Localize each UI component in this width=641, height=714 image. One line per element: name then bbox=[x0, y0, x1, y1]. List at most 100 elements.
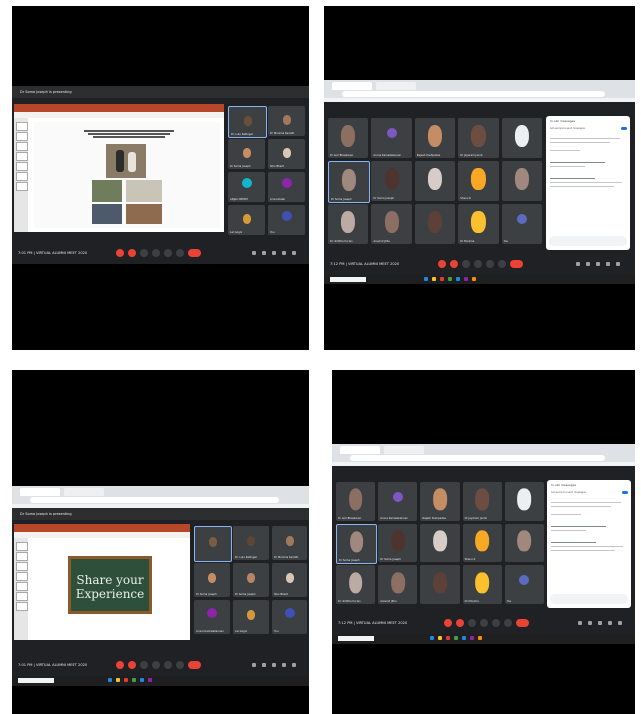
participant-tile[interactable] bbox=[194, 526, 232, 562]
taskbar-app-icon[interactable] bbox=[148, 678, 152, 682]
taskbar-app-icon[interactable] bbox=[456, 277, 460, 281]
slide-thumb[interactable] bbox=[16, 132, 28, 141]
more-options-button[interactable] bbox=[498, 260, 506, 268]
info-icon[interactable] bbox=[578, 621, 582, 625]
address-bar[interactable] bbox=[30, 497, 279, 503]
participant-tile[interactable]: Dr Soma Joseph bbox=[228, 139, 265, 169]
taskbar-app-icon[interactable] bbox=[140, 678, 144, 682]
present-button[interactable] bbox=[164, 661, 172, 669]
slide-thumb[interactable] bbox=[16, 582, 28, 591]
chat-toggle[interactable] bbox=[621, 127, 627, 130]
browser-tab[interactable] bbox=[20, 488, 60, 496]
lock-icon[interactable] bbox=[618, 621, 622, 625]
participant-tile[interactable] bbox=[501, 161, 542, 201]
participant-tile[interactable]: Aravind Jithu bbox=[371, 204, 412, 244]
participant-tile[interactable]: You bbox=[268, 205, 305, 235]
browser-tab[interactable] bbox=[376, 82, 416, 90]
browser-tab[interactable] bbox=[64, 488, 104, 496]
captions-button[interactable] bbox=[462, 260, 470, 268]
participant-tile[interactable] bbox=[414, 161, 456, 201]
taskbar-search[interactable] bbox=[330, 277, 366, 282]
raise-hand-button[interactable] bbox=[152, 249, 160, 257]
taskbar-search[interactable] bbox=[338, 636, 374, 641]
taskbar-app-icon[interactable] bbox=[472, 277, 476, 281]
taskbar-app-icon[interactable] bbox=[478, 636, 482, 640]
taskbar-app-icon[interactable] bbox=[438, 636, 442, 640]
participant-tile[interactable]: Arunamalai bbox=[268, 172, 305, 202]
participant-tile[interactable]: Dr. Smitha Kurian bbox=[336, 565, 376, 604]
captions-button[interactable] bbox=[140, 661, 148, 669]
participant-tile[interactable]: Dr Monima bbox=[458, 204, 499, 244]
participant-tile[interactable]: Dr Soma Joseph bbox=[233, 563, 269, 597]
participant-tile[interactable]: Dr. Lulu Kallingal bbox=[233, 526, 269, 560]
slide-thumb[interactable] bbox=[16, 142, 28, 151]
taskbar-app-icon[interactable] bbox=[124, 678, 128, 682]
participant-tile[interactable]: Dr Anil Bhaskaran bbox=[328, 118, 369, 158]
participant-tile[interactable]: Dr Soma Joseph bbox=[194, 563, 230, 597]
activities-icon[interactable] bbox=[282, 663, 286, 667]
present-button[interactable] bbox=[486, 260, 494, 268]
participant-tile[interactable]: Dr Soma Joseph bbox=[336, 523, 378, 565]
participant-tile[interactable]: Aravind Jithu bbox=[378, 565, 418, 604]
participant-tile[interactable] bbox=[420, 565, 460, 604]
participant-tile[interactable]: Shiv Bharti bbox=[272, 563, 307, 597]
present-button[interactable] bbox=[164, 249, 172, 257]
people-icon[interactable] bbox=[262, 251, 266, 255]
chat-toggle[interactable] bbox=[622, 491, 628, 494]
participant-tile[interactable] bbox=[501, 118, 542, 158]
taskbar-app-icon[interactable] bbox=[430, 636, 434, 640]
info-icon[interactable] bbox=[252, 251, 256, 255]
camera-off-button[interactable] bbox=[128, 661, 136, 669]
browser-tab[interactable] bbox=[340, 446, 380, 454]
chat-icon[interactable] bbox=[272, 251, 276, 255]
taskbar-app-icon[interactable] bbox=[116, 678, 120, 682]
participant-tile[interactable]: Dr Anil Bhaskaran bbox=[336, 482, 376, 521]
people-icon[interactable] bbox=[262, 663, 266, 667]
people-icon[interactable] bbox=[588, 621, 592, 625]
chat-icon[interactable] bbox=[596, 262, 600, 266]
participant-tile[interactable]: Shiv Bharti bbox=[268, 139, 305, 169]
activities-icon[interactable] bbox=[608, 621, 612, 625]
slide-thumb[interactable] bbox=[16, 552, 28, 561]
taskbar-app-icon[interactable] bbox=[462, 636, 466, 640]
participant-tile[interactable]: Dr Jayaram Jacob bbox=[458, 118, 499, 158]
raise-hand-button[interactable] bbox=[152, 661, 160, 669]
slide-thumb[interactable] bbox=[16, 562, 28, 571]
participant-tile[interactable] bbox=[414, 204, 456, 244]
slide-thumb[interactable] bbox=[16, 602, 28, 611]
taskbar-app-icon[interactable] bbox=[470, 636, 474, 640]
mic-off-button[interactable] bbox=[444, 619, 452, 627]
participant-tile[interactable]: Dr. Smitha Kurian bbox=[328, 204, 369, 244]
participant-tile[interactable]: ANJALI REDDY bbox=[228, 172, 265, 202]
slide-thumb[interactable] bbox=[16, 122, 28, 131]
participant-tile[interactable]: Aruna Kamalakannan bbox=[194, 600, 230, 634]
participant-tile[interactable]: Aruna Kamalakannan bbox=[378, 482, 418, 521]
present-button[interactable] bbox=[492, 619, 500, 627]
participant-tile[interactable]: Aruna Kamalakannan bbox=[371, 118, 412, 158]
participant-tile[interactable]: Dr Soma Joseph bbox=[328, 161, 371, 203]
taskbar-search[interactable] bbox=[18, 678, 54, 683]
address-bar[interactable] bbox=[342, 91, 605, 97]
camera-off-button[interactable] bbox=[128, 249, 136, 257]
slide-thumb[interactable] bbox=[16, 172, 28, 181]
end-call-button[interactable] bbox=[188, 249, 201, 257]
chat-input[interactable] bbox=[549, 236, 627, 246]
participant-tile[interactable] bbox=[420, 523, 460, 563]
taskbar-app-icon[interactable] bbox=[424, 277, 428, 281]
mic-off-button[interactable] bbox=[116, 249, 124, 257]
participant-tile[interactable]: Dr Monima bbox=[462, 565, 502, 604]
participant-tile[interactable]: Dr. Lulu Kallingal bbox=[228, 106, 267, 138]
participant-tile[interactable] bbox=[504, 482, 544, 521]
participant-tile[interactable]: Dr Monima Kariath bbox=[272, 526, 307, 560]
slide-thumb[interactable] bbox=[16, 152, 28, 161]
taskbar-app-icon[interactable] bbox=[132, 678, 136, 682]
camera-off-button[interactable] bbox=[450, 260, 458, 268]
slide-thumb[interactable] bbox=[16, 592, 28, 601]
end-call-button[interactable] bbox=[510, 260, 523, 268]
participant-tile[interactable] bbox=[504, 523, 544, 563]
participant-tile[interactable]: Rajesh Pushpadas bbox=[414, 118, 456, 158]
more-options-button[interactable] bbox=[504, 619, 512, 627]
taskbar-app-icon[interactable] bbox=[454, 636, 458, 640]
info-icon[interactable] bbox=[252, 663, 256, 667]
chat-icon[interactable] bbox=[272, 663, 276, 667]
